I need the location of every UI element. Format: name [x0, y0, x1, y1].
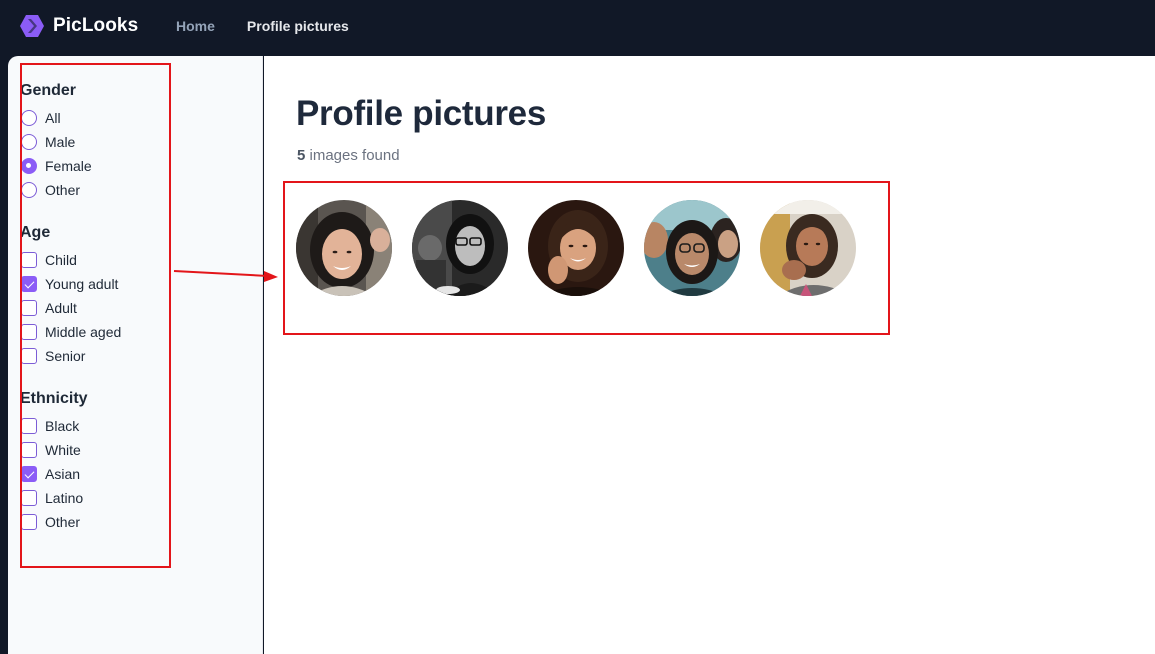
checkbox-checked[interactable] — [21, 276, 37, 292]
option-label: Female — [45, 158, 92, 174]
ethnicity-option-asian[interactable]: Asian — [20, 462, 170, 486]
profile-picture[interactable] — [412, 200, 508, 296]
profile-picture[interactable] — [644, 200, 740, 296]
filter-sidebar: Gender All Male Female Other Age Child Y… — [8, 56, 263, 654]
age-option-middle-aged[interactable]: Middle aged — [20, 320, 170, 344]
age-option-young-adult[interactable]: Young adult — [20, 272, 170, 296]
gender-option-male[interactable]: Male — [20, 130, 170, 154]
option-label: Middle aged — [45, 324, 122, 340]
gender-filter-group: Gender All Male Female Other — [20, 79, 170, 202]
radio-button-selected[interactable] — [21, 158, 37, 174]
option-label: Child — [45, 252, 77, 268]
ethnicity-option-other[interactable]: Other — [20, 510, 170, 534]
checkbox[interactable] — [21, 252, 37, 268]
checkbox[interactable] — [21, 490, 37, 506]
option-label: White — [45, 442, 81, 458]
ethnicity-filter-title: Ethnicity — [20, 390, 88, 407]
profile-picture[interactable] — [528, 200, 624, 296]
option-label: Senior — [45, 348, 86, 364]
gender-option-other[interactable]: Other — [20, 178, 170, 202]
age-option-senior[interactable]: Senior — [20, 344, 170, 368]
checkbox[interactable] — [21, 442, 37, 458]
checkbox[interactable] — [21, 324, 37, 340]
option-label: Black — [45, 418, 80, 434]
checkbox-checked[interactable] — [21, 466, 37, 482]
gender-option-all[interactable]: All — [20, 106, 170, 130]
radio-button[interactable] — [21, 182, 37, 198]
radio-button[interactable] — [21, 110, 37, 126]
age-option-adult[interactable]: Adult — [20, 296, 170, 320]
checkbox[interactable] — [21, 514, 37, 530]
brand-name: PicLooks — [53, 15, 139, 36]
profile-picture-gallery — [296, 200, 856, 296]
age-option-child[interactable]: Child — [20, 248, 170, 272]
page-title: Profile pictures — [296, 94, 546, 133]
ethnicity-option-white[interactable]: White — [20, 438, 170, 462]
results-count-text: images found — [305, 147, 400, 164]
age-filter-group: Age Child Young adult Adult Middle aged … — [20, 221, 170, 368]
option-label: Latino — [45, 490, 84, 506]
profile-picture[interactable] — [296, 200, 392, 296]
option-label: Other — [45, 514, 81, 530]
option-label: All — [45, 110, 61, 126]
results-count: 5 images found — [297, 147, 400, 164]
radio-button[interactable] — [21, 134, 37, 150]
option-label: Young adult — [45, 276, 119, 292]
ethnicity-filter-group: Ethnicity Black White Asian Latino Other — [20, 387, 170, 534]
nav-links: Home Profile pictures — [176, 18, 349, 34]
option-label: Other — [45, 182, 81, 198]
age-filter-title: Age — [20, 224, 51, 241]
gender-filter-title: Gender — [20, 82, 77, 99]
ethnicity-option-black[interactable]: Black — [20, 414, 170, 438]
option-label: Adult — [45, 300, 77, 316]
nav-home-link[interactable]: Home — [176, 18, 215, 34]
checkbox[interactable] — [21, 418, 37, 434]
main-content: Profile pictures 5 images found — [264, 56, 1155, 654]
filters-panel: Gender All Male Female Other Age Child Y… — [20, 64, 170, 553]
profile-picture[interactable] — [760, 200, 856, 296]
brand[interactable]: PicLooks — [19, 13, 138, 39]
option-label: Asian — [45, 466, 81, 482]
gender-option-female[interactable]: Female — [20, 154, 170, 178]
piclooks-logo-icon — [20, 15, 44, 37]
top-navbar: PicLooks Home Profile pictures — [0, 0, 1155, 56]
ethnicity-option-latino[interactable]: Latino — [20, 486, 170, 510]
checkbox[interactable] — [21, 300, 37, 316]
option-label: Male — [45, 134, 76, 150]
checkbox[interactable] — [21, 348, 37, 364]
nav-profile-pictures-link[interactable]: Profile pictures — [247, 18, 349, 34]
